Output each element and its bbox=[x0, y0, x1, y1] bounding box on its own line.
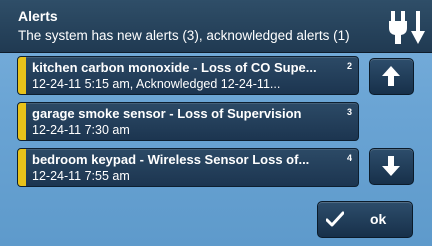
alert-detail: 12-24-11 5:15 am, Acknowledged 12-24-11.… bbox=[32, 77, 281, 91]
scroll-down-button[interactable] bbox=[369, 148, 414, 185]
checkmark-icon bbox=[326, 211, 344, 227]
alerts-screen: Alerts The system has new alerts (3), ac… bbox=[0, 0, 432, 246]
alerts-summary: The system has new alerts (3), acknowled… bbox=[18, 28, 350, 43]
power-plug-icon bbox=[389, 11, 425, 44]
alert-title: bedroom keypad - Wireless Sensor Loss of… bbox=[32, 152, 310, 167]
alert-detail: 12-24-11 7:55 am bbox=[32, 169, 130, 183]
alert-title: kitchen carbon monoxide - Loss of CO Sup… bbox=[32, 60, 317, 75]
alert-index: 4 bbox=[346, 153, 352, 163]
arrow-down-icon bbox=[382, 156, 400, 176]
alert-title: garage smoke sensor - Loss of Supervisio… bbox=[32, 106, 302, 121]
alert-item[interactable]: bedroom keypad - Wireless Sensor Loss of… bbox=[17, 148, 359, 187]
alert-item[interactable]: garage smoke sensor - Loss of Supervisio… bbox=[17, 102, 359, 141]
severity-stripe bbox=[18, 149, 26, 186]
ok-button[interactable]: ok bbox=[317, 201, 413, 238]
alert-detail: 12-24-11 7:30 am bbox=[32, 123, 130, 137]
alert-index: 2 bbox=[346, 61, 352, 71]
alert-list: kitchen carbon monoxide - Loss of CO Sup… bbox=[17, 56, 359, 194]
header-bar: Alerts The system has new alerts (3), ac… bbox=[0, 0, 432, 53]
severity-stripe bbox=[18, 103, 26, 140]
page-title: Alerts bbox=[18, 8, 58, 24]
alert-index: 3 bbox=[346, 107, 352, 117]
severity-stripe bbox=[18, 57, 26, 94]
alert-item[interactable]: kitchen carbon monoxide - Loss of CO Sup… bbox=[17, 56, 359, 95]
ok-button-label: ok bbox=[370, 211, 387, 227]
arrow-up-icon bbox=[382, 66, 400, 86]
scroll-up-button[interactable] bbox=[369, 58, 414, 95]
